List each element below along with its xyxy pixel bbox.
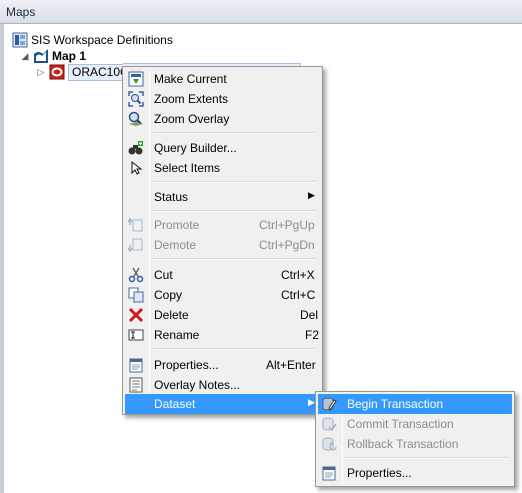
zoom-extents-icon (128, 91, 144, 107)
menu-item-overlay-notes[interactable]: Overlay Notes... (125, 375, 320, 395)
menu-item-demote[interactable]: Demote Ctrl+PgDn (125, 235, 320, 255)
collapse-arrow-icon[interactable]: ◢ (20, 51, 30, 61)
panel-title-text: Maps (6, 5, 36, 19)
submenu-item-rollback-transaction[interactable]: Rollback Transaction (318, 434, 512, 454)
expand-arrow-icon[interactable]: ▷ (36, 67, 46, 77)
submenu-item-commit-transaction[interactable]: Commit Transaction (318, 414, 512, 434)
menu-item-copy[interactable]: Copy Ctrl+C (125, 285, 320, 305)
menu-item-rename[interactable]: Rename F2 (125, 325, 320, 345)
properties-icon (321, 465, 337, 481)
copy-icon (128, 287, 144, 303)
panel-title: Maps (0, 0, 522, 24)
submenu-item-properties[interactable]: Properties... (318, 463, 512, 483)
binoculars-icon (128, 140, 144, 156)
menu-item-query-builder[interactable]: Query Builder... (125, 138, 320, 158)
menu-item-select-items[interactable]: Select Items (125, 158, 320, 178)
tree-label-workspace: SIS Workspace Definitions (31, 33, 173, 47)
rename-icon (128, 327, 144, 343)
submenu-item-begin-transaction[interactable]: Begin Transaction (318, 394, 512, 414)
context-menu: Make Current Zoom Extents Zoom Overlay Q… (122, 66, 323, 415)
properties-icon (128, 357, 144, 373)
map-icon (33, 48, 49, 64)
menu-item-delete[interactable]: Delete Del (125, 305, 320, 325)
menu-item-zoom-overlay[interactable]: Zoom Overlay (125, 109, 320, 129)
panel-left-border (0, 24, 4, 493)
menu-separator (153, 348, 316, 350)
menu-item-cut[interactable]: Cut Ctrl+X (125, 265, 320, 285)
menu-separator (153, 181, 316, 183)
menu-item-dataset[interactable]: Dataset ▶ (125, 394, 320, 414)
submenu-arrow-icon: ▶ (308, 397, 315, 407)
menu-separator (153, 132, 316, 134)
menu-separator (346, 457, 508, 459)
oracle-overlay-icon (49, 64, 65, 80)
menu-item-properties[interactable]: Properties... Alt+Enter (125, 355, 320, 375)
menu-item-promote[interactable]: Promote Ctrl+PgUp (125, 215, 320, 235)
promote-icon (127, 217, 144, 233)
menu-item-status[interactable]: Status ▶ (125, 187, 320, 207)
workspace-icon (12, 32, 28, 48)
make-current-icon (128, 71, 144, 87)
begin-transaction-icon (321, 396, 337, 412)
demote-icon (127, 237, 144, 253)
commit-transaction-icon (321, 416, 337, 432)
menu-item-zoom-extents[interactable]: Zoom Extents (125, 89, 320, 109)
delete-x-icon (128, 307, 144, 323)
menu-separator (153, 210, 316, 212)
rollback-transaction-icon (321, 436, 337, 452)
pointer-icon (128, 160, 144, 176)
dataset-submenu: Begin Transaction Commit Transaction Rol… (315, 391, 515, 487)
tree-label-map: Map 1 (52, 49, 87, 63)
submenu-arrow-icon: ▶ (308, 190, 315, 200)
menu-separator (153, 258, 316, 260)
notes-icon (128, 377, 144, 393)
zoom-overlay-icon (128, 111, 144, 127)
scissors-icon (128, 267, 144, 283)
menu-item-make-current[interactable]: Make Current (125, 69, 320, 89)
